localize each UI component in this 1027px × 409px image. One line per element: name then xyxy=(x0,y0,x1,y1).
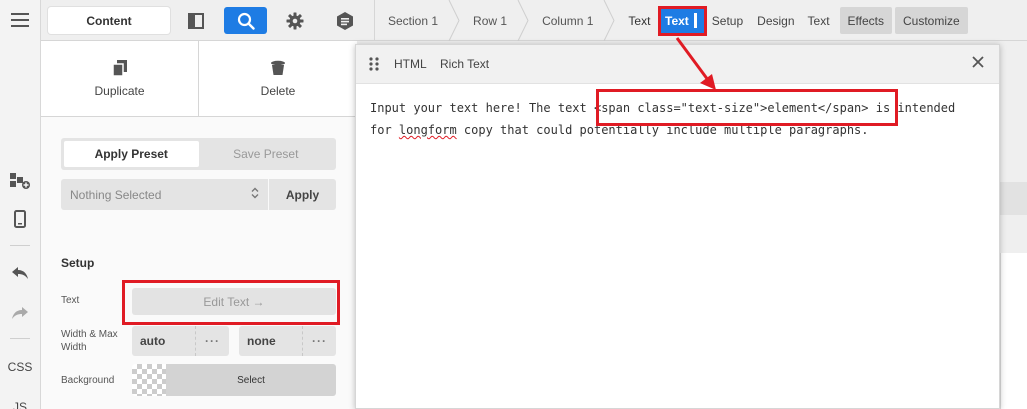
transparent-swatch[interactable] xyxy=(132,364,166,396)
width-value: auto xyxy=(140,334,166,348)
menu-icon[interactable] xyxy=(0,8,40,32)
drag-handle-icon[interactable] xyxy=(369,57,379,71)
js-button[interactable]: JS xyxy=(0,398,40,409)
mobile-preview-icon[interactable] xyxy=(0,207,40,231)
chevron-right-icon xyxy=(603,0,615,41)
canvas-block xyxy=(1000,182,1027,215)
width-options-button[interactable]: ··· xyxy=(195,326,229,356)
breadcrumb-column[interactable]: Column 1 xyxy=(529,0,615,41)
breadcrumb: Section 1 Row 1 Column 1 Text xyxy=(374,0,664,41)
code-span-tag: <span class="text-size">element</span> xyxy=(593,101,869,115)
text-editor-modal: HTML Rich Text Input your text here! The… xyxy=(355,44,1000,409)
code-text: is intended xyxy=(868,101,956,115)
element-mode-tabs: Text Setup Design Text Effects Customize xyxy=(659,7,968,34)
breadcrumb-text[interactable]: Text xyxy=(615,0,664,41)
builder-app: CSS JS Content Section 1 Row 1 Column 1 … xyxy=(0,0,1027,409)
save-preset-tab[interactable]: Save Preset xyxy=(199,141,334,167)
max-width-options-button[interactable]: ··· xyxy=(302,326,336,356)
duplicate-button[interactable]: Duplicate xyxy=(41,41,199,117)
mode-tab-customize[interactable]: Customize xyxy=(895,7,968,34)
duplicate-label: Duplicate xyxy=(94,84,145,98)
width-label: Width & Max Width xyxy=(61,329,118,353)
background-label: Background xyxy=(61,375,115,386)
breadcrumb-section[interactable]: Section 1 xyxy=(375,0,460,41)
preset-tabs: Apply Preset Save Preset xyxy=(61,138,336,170)
code-text: Input your text here! The text xyxy=(370,101,594,115)
inspector-panel: Duplicate Delete Apply Preset Save Prese… xyxy=(41,41,357,409)
gear-icon[interactable] xyxy=(281,7,309,34)
edit-text-button[interactable]: Edit Text → xyxy=(132,288,336,315)
mode-tab-effects[interactable]: Effects xyxy=(839,7,892,34)
canvas-preview xyxy=(1000,41,1027,409)
breadcrumb-row[interactable]: Row 1 xyxy=(460,0,529,41)
apply-preset-button[interactable]: Apply xyxy=(269,179,336,210)
search-icon[interactable] xyxy=(224,7,267,34)
rail-divider xyxy=(10,245,30,246)
breadcrumb-label: Row 1 xyxy=(473,13,508,28)
chevron-up-down-icon xyxy=(251,187,259,200)
mode-label: Text xyxy=(665,13,689,28)
misspelled-word: longform xyxy=(398,123,457,137)
tab-html[interactable]: HTML xyxy=(394,57,427,71)
css-button[interactable]: CSS xyxy=(0,358,40,376)
undo-icon[interactable] xyxy=(0,262,40,284)
max-width-value: none xyxy=(247,334,276,348)
html-code-area[interactable]: Input your text here! The text <span cla… xyxy=(370,97,990,141)
rail-divider xyxy=(10,338,30,339)
mode-tab-text-active[interactable]: Text xyxy=(659,7,705,34)
text-label: Text xyxy=(61,295,80,306)
code-text: for xyxy=(370,123,399,137)
delete-label: Delete xyxy=(260,84,296,98)
delete-button[interactable]: Delete xyxy=(199,41,357,117)
cursor-bar xyxy=(693,13,697,28)
apply-preset-tab[interactable]: Apply Preset xyxy=(64,141,199,167)
width-field[interactable]: auto ··· xyxy=(132,326,229,356)
tab-rich-text[interactable]: Rich Text xyxy=(440,57,489,71)
chevron-right-icon xyxy=(517,0,529,41)
chevron-right-icon xyxy=(448,0,460,41)
preset-select[interactable]: Nothing Selected xyxy=(61,179,268,210)
background-select-button[interactable]: Select xyxy=(166,364,336,396)
breadcrumb-label: Column 1 xyxy=(542,13,594,28)
editor-header: HTML Rich Text xyxy=(356,45,999,84)
setup-heading: Setup xyxy=(61,256,95,270)
code-text: copy that could potentially include mult… xyxy=(456,123,869,137)
canvas-block xyxy=(1000,253,1027,409)
element-actions: Duplicate Delete xyxy=(41,41,357,117)
layers-icon[interactable] xyxy=(331,7,359,34)
mode-tab-design[interactable]: Design xyxy=(753,7,798,34)
close-icon[interactable] xyxy=(971,55,985,69)
add-element-icon[interactable] xyxy=(0,168,40,192)
mode-tab-text[interactable]: Text xyxy=(804,7,834,34)
mode-tab-setup[interactable]: Setup xyxy=(708,7,747,34)
preset-select-value: Nothing Selected xyxy=(70,187,162,202)
trash-icon xyxy=(271,60,285,75)
breadcrumb-label: Section 1 xyxy=(388,13,439,28)
content-tab[interactable]: Content xyxy=(48,7,170,34)
left-rail: CSS JS xyxy=(0,0,41,409)
layout-panel-icon[interactable] xyxy=(182,7,210,34)
breadcrumb-label: Text xyxy=(628,13,651,28)
duplicate-icon xyxy=(112,60,127,76)
max-width-field[interactable]: none ··· xyxy=(239,326,336,356)
top-bar: Content Section 1 Row 1 Column 1 Text Te… xyxy=(41,0,1027,41)
redo-icon[interactable] xyxy=(0,302,40,324)
